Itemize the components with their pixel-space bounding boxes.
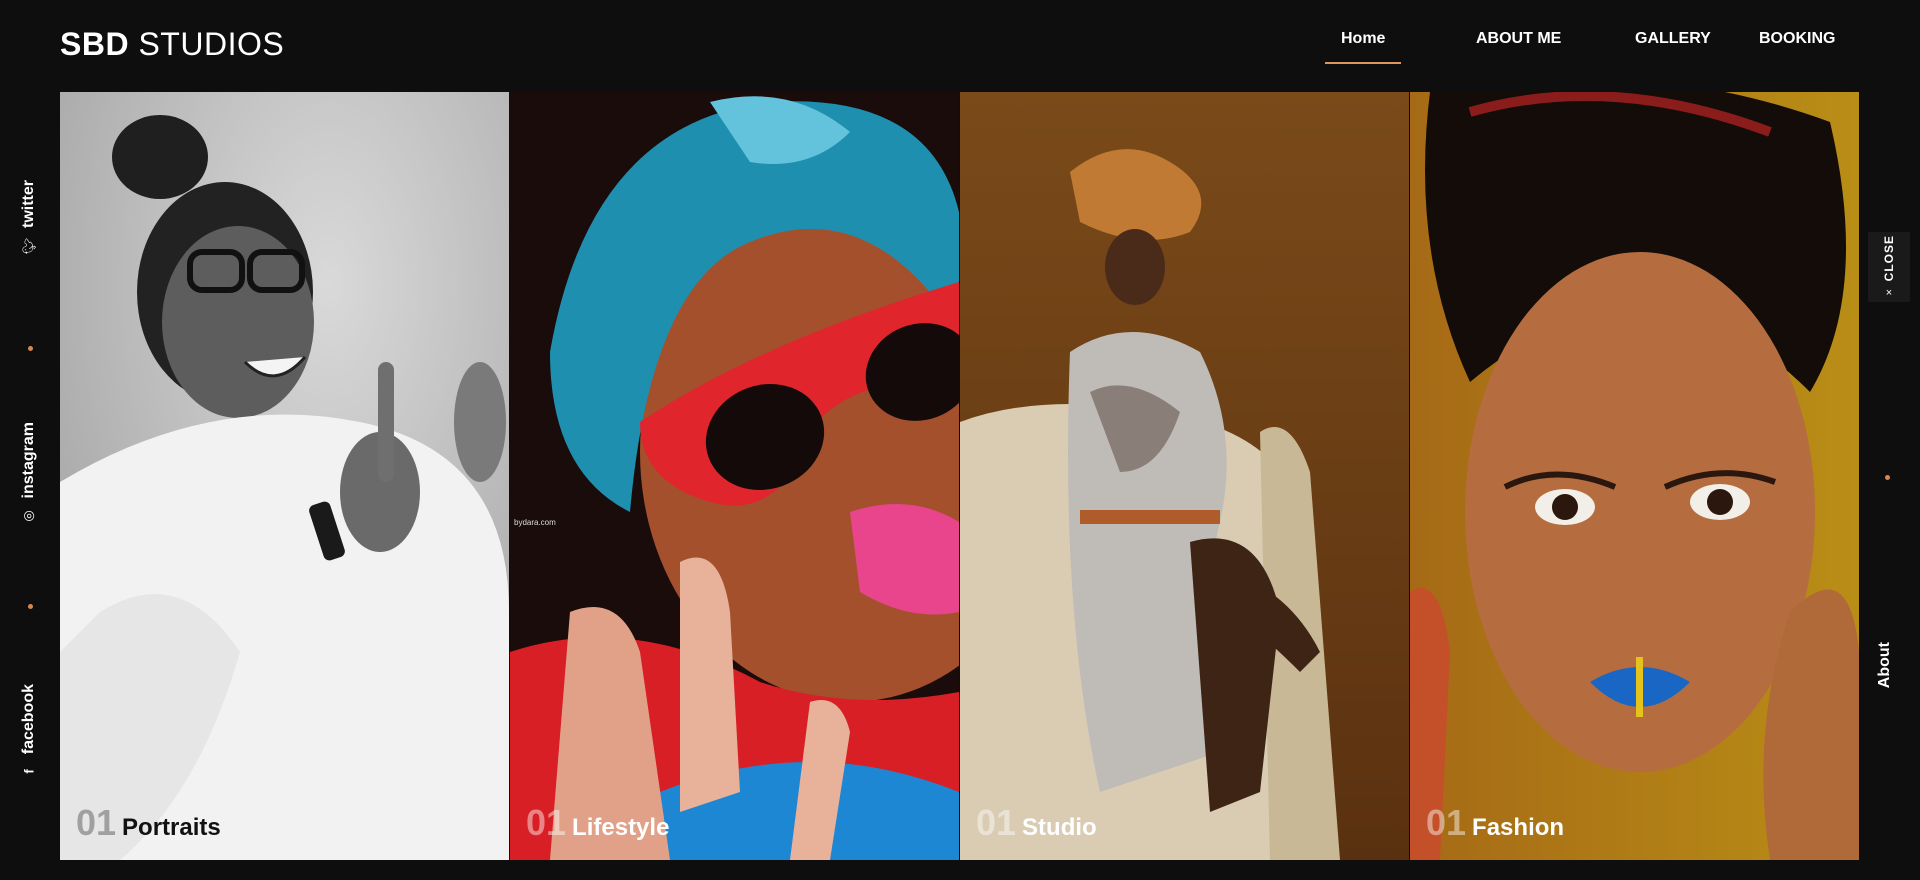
social-facebook-link[interactable]: facebook f <box>14 684 44 779</box>
panel-caption: 01 Lifestyle <box>526 802 669 844</box>
studio-photo <box>960 92 1409 860</box>
close-icon: × <box>1885 287 1893 300</box>
panel-studio[interactable]: 01 Studio <box>960 92 1409 860</box>
portrait-photo <box>60 92 509 860</box>
social-instagram-link[interactable]: instagram ◎ <box>14 422 44 524</box>
panel-caption: 01 Fashion <box>1426 802 1564 844</box>
rail-dot <box>28 346 33 351</box>
nav-home[interactable]: Home <box>1324 30 1403 64</box>
panel-number: 01 <box>976 802 1017 843</box>
logo-light-text: STUDIOS <box>138 26 285 62</box>
panel-title: Lifestyle <box>572 814 670 841</box>
nav-gallery[interactable]: GALLERY <box>1635 30 1711 48</box>
twitter-label: twitter <box>20 180 37 228</box>
social-rail: twitter 🐦︎ instagram ◎ facebook f <box>0 92 60 860</box>
facebook-icon: f <box>21 769 37 774</box>
panel-fashion[interactable]: 01 Fashion <box>1410 92 1859 860</box>
close-button[interactable]: CLOSE × <box>1868 232 1910 302</box>
panel-title: Portraits <box>122 814 221 841</box>
social-twitter-link[interactable]: twitter 🐦︎ <box>14 180 44 254</box>
nav-booking[interactable]: BOOKING <box>1759 30 1835 48</box>
watermark-text: bydara.com <box>514 518 556 527</box>
rail-dot <box>28 604 33 609</box>
logo-bold-text: SBD <box>60 26 130 62</box>
gallery-panels: 01 Portraits bydara.com 01 Lifestyle 01 … <box>60 92 1859 860</box>
instagram-label: instagram <box>20 422 37 499</box>
panel-lifestyle[interactable]: bydara.com 01 Lifestyle <box>510 92 959 860</box>
panel-portraits[interactable]: 01 Portraits <box>60 92 509 860</box>
panel-caption: 01 Studio <box>976 802 1097 844</box>
site-logo[interactable]: SBD STUDIOS <box>60 26 284 63</box>
nav-about-me[interactable]: ABOUT ME <box>1476 30 1561 48</box>
twitter-icon: 🐦︎ <box>20 237 36 255</box>
rail-dot <box>1885 475 1890 480</box>
panel-title: Studio <box>1022 814 1097 841</box>
instagram-icon: ◎ <box>21 510 36 523</box>
close-label: CLOSE <box>1882 234 1896 282</box>
panel-number: 01 <box>1426 802 1467 843</box>
panel-title: Fashion <box>1472 814 1565 841</box>
about-side-link[interactable]: About <box>1876 642 1894 688</box>
panel-number: 01 <box>76 802 117 843</box>
fashion-photo <box>1410 92 1859 860</box>
panel-number: 01 <box>526 802 567 843</box>
panel-caption: 01 Portraits <box>76 802 221 844</box>
lifestyle-photo: bydara.com <box>510 92 959 860</box>
site-header: SBD STUDIOS Home ABOUT ME GALLERY BOOKIN… <box>0 0 1920 92</box>
side-panel-rail: CLOSE × About <box>1858 92 1920 860</box>
facebook-label: facebook <box>20 684 37 755</box>
